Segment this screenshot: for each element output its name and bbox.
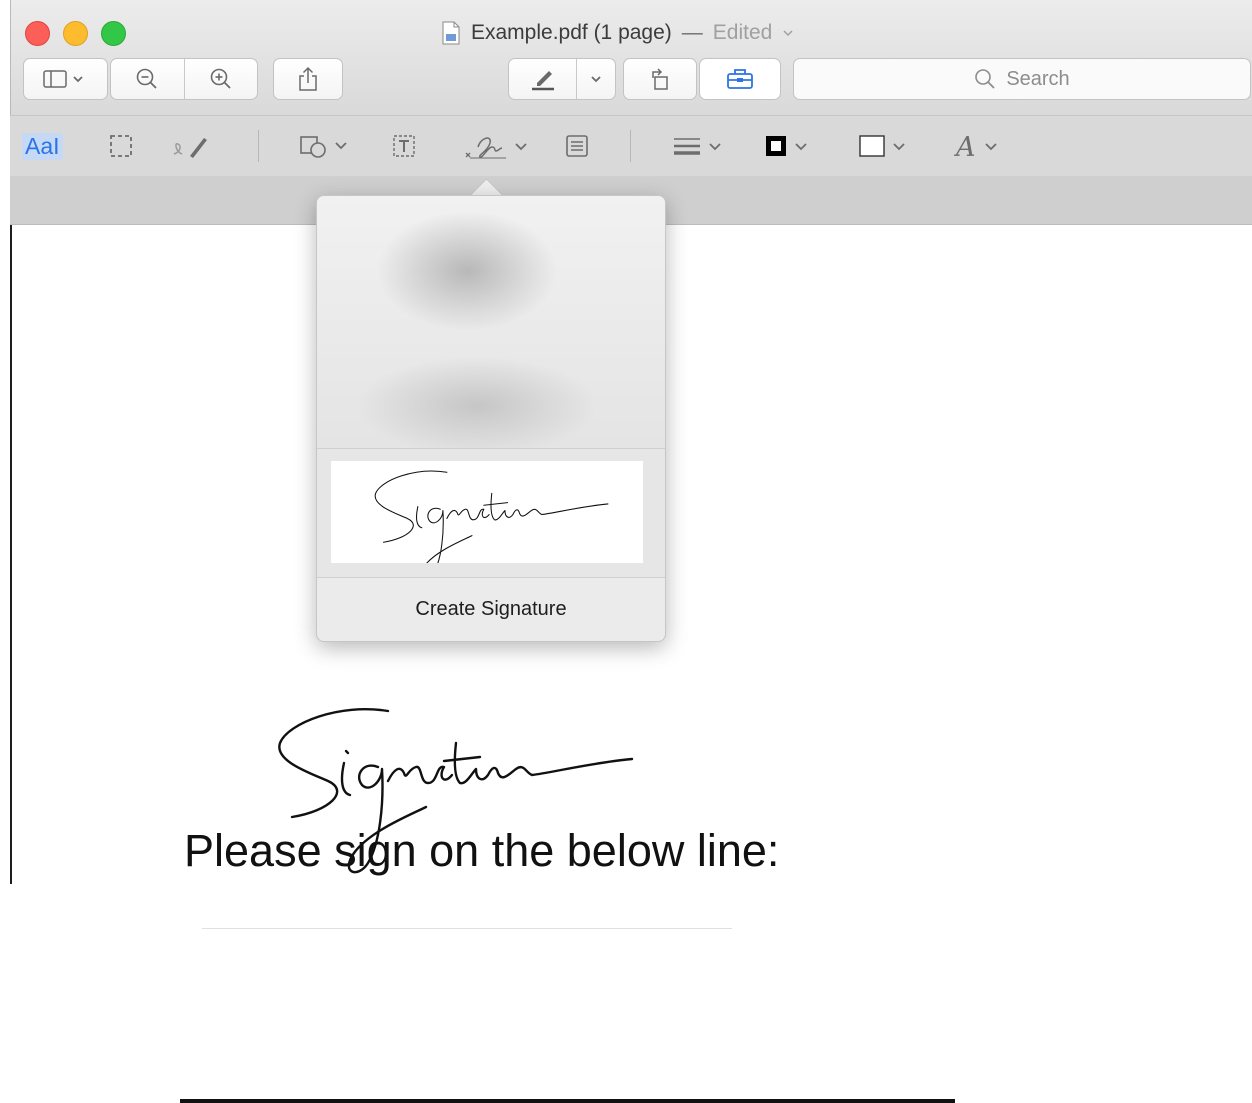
zoom-in-button[interactable] [185,59,258,99]
svg-text:A: A [953,132,976,161]
border-color-tool[interactable] [762,130,820,162]
saved-signature-image [374,470,609,580]
text-box-tool[interactable] [390,130,418,162]
blurred-preview [317,196,665,449]
zoom-window-button[interactable] [101,21,126,46]
note-icon [566,135,588,157]
text-style-tool[interactable]: A [952,130,1010,162]
markup-pen-button[interactable] [509,59,576,99]
toolbox-icon [727,69,753,89]
shapes-icon [300,136,347,158]
signature-popover: Create Signature [316,195,666,642]
saved-signature-list [317,449,665,580]
signature-tool[interactable] [462,130,536,162]
search-icon [975,69,995,89]
search-field[interactable]: Search [793,58,1251,100]
line-style-tool[interactable] [670,130,728,162]
text-selection-tool[interactable]: AaI [22,130,63,162]
pdf-document-icon [442,21,460,45]
zoom-out-icon [136,68,157,89]
create-signature-button[interactable]: Create Signature [317,578,665,641]
edited-status: Edited [712,21,773,44]
sidebar-icon [42,70,83,88]
search-placeholder: Search [1006,67,1070,90]
zoom-out-button[interactable] [111,59,184,99]
sketch-icon [173,138,207,158]
note-tool[interactable] [564,130,590,162]
fill-color-tool[interactable] [856,130,914,162]
signature-icon [465,137,527,159]
sidebar-view-button[interactable] [23,58,108,100]
rotate-icon [652,68,668,90]
markup-toolbar-button[interactable] [699,58,781,100]
markup-pen-icon [531,71,554,91]
title-separator: — [681,21,703,44]
chevron-down-icon [783,30,793,37]
title-bar: Example.pdf (1 page) — Edited Search [10,0,1252,115]
zoom-button-group [110,58,258,100]
saved-signature[interactable] [331,461,643,580]
rotate-button[interactable] [623,58,697,100]
divider [202,928,732,929]
zoom-in-icon [210,68,231,89]
line-style-icon [674,138,721,155]
share-button[interactable] [273,58,343,100]
window-title-text: Example.pdf (1 page) [471,21,672,44]
placed-signature[interactable] [270,703,710,883]
shapes-tool[interactable] [298,130,354,162]
markup-pen-button-group [508,58,616,100]
close-window-button[interactable] [25,21,50,46]
minimize-window-button[interactable] [63,21,88,46]
chevron-down-icon [591,76,601,83]
border-color-icon [766,136,807,156]
rectangular-selection-icon [110,135,132,157]
rectangular-selection-tool[interactable] [108,130,134,162]
text-box-icon [393,135,415,157]
markup-pen-menu-button[interactable] [577,59,615,99]
window-title[interactable]: Example.pdf (1 page) — Edited [441,19,794,47]
share-icon [299,66,317,91]
markup-toolbar: AaI A [10,115,1252,177]
fill-color-icon [859,135,905,157]
text-style-icon: A [953,132,997,161]
sketch-tool[interactable] [170,130,210,162]
text-selection-label: AaI [22,132,63,160]
signature-line [180,1099,955,1103]
